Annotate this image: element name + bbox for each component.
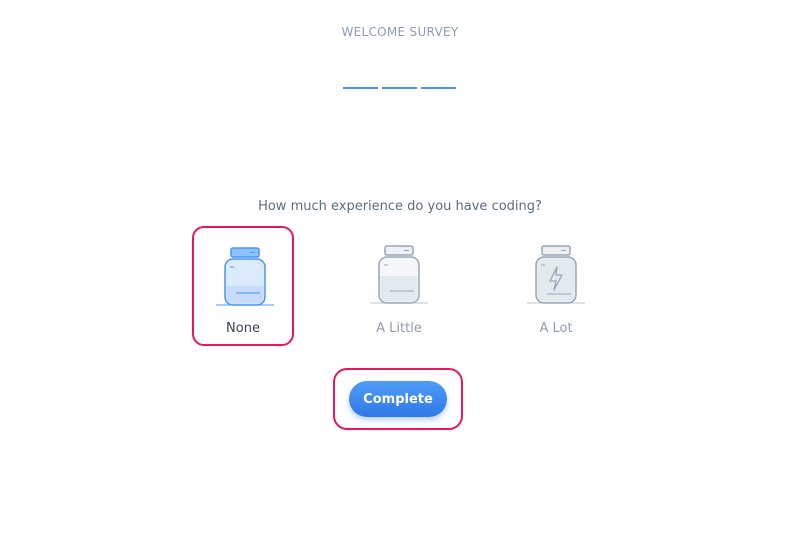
charged-jar-icon: [527, 245, 585, 304]
option-a-little[interactable]: A Little: [348, 226, 450, 346]
progress-step-2: [382, 87, 417, 89]
option-label: A Little: [376, 321, 422, 336]
complete-button[interactable]: Complete: [349, 381, 447, 417]
option-none[interactable]: None: [192, 226, 294, 346]
progress-step-3: [421, 87, 456, 89]
option-a-lot[interactable]: A Lot: [505, 226, 607, 346]
complete-highlight: Complete: [333, 368, 463, 430]
progress-indicator: [343, 87, 456, 89]
option-label: None: [226, 321, 260, 336]
empty-jar-icon: [216, 247, 274, 306]
survey-title: WELCOME SURVEY: [341, 25, 459, 39]
option-label: A Lot: [539, 321, 573, 336]
half-full-jar-icon: [370, 245, 428, 304]
question-text: How much experience do you have coding?: [258, 199, 542, 214]
progress-step-1: [343, 87, 378, 89]
